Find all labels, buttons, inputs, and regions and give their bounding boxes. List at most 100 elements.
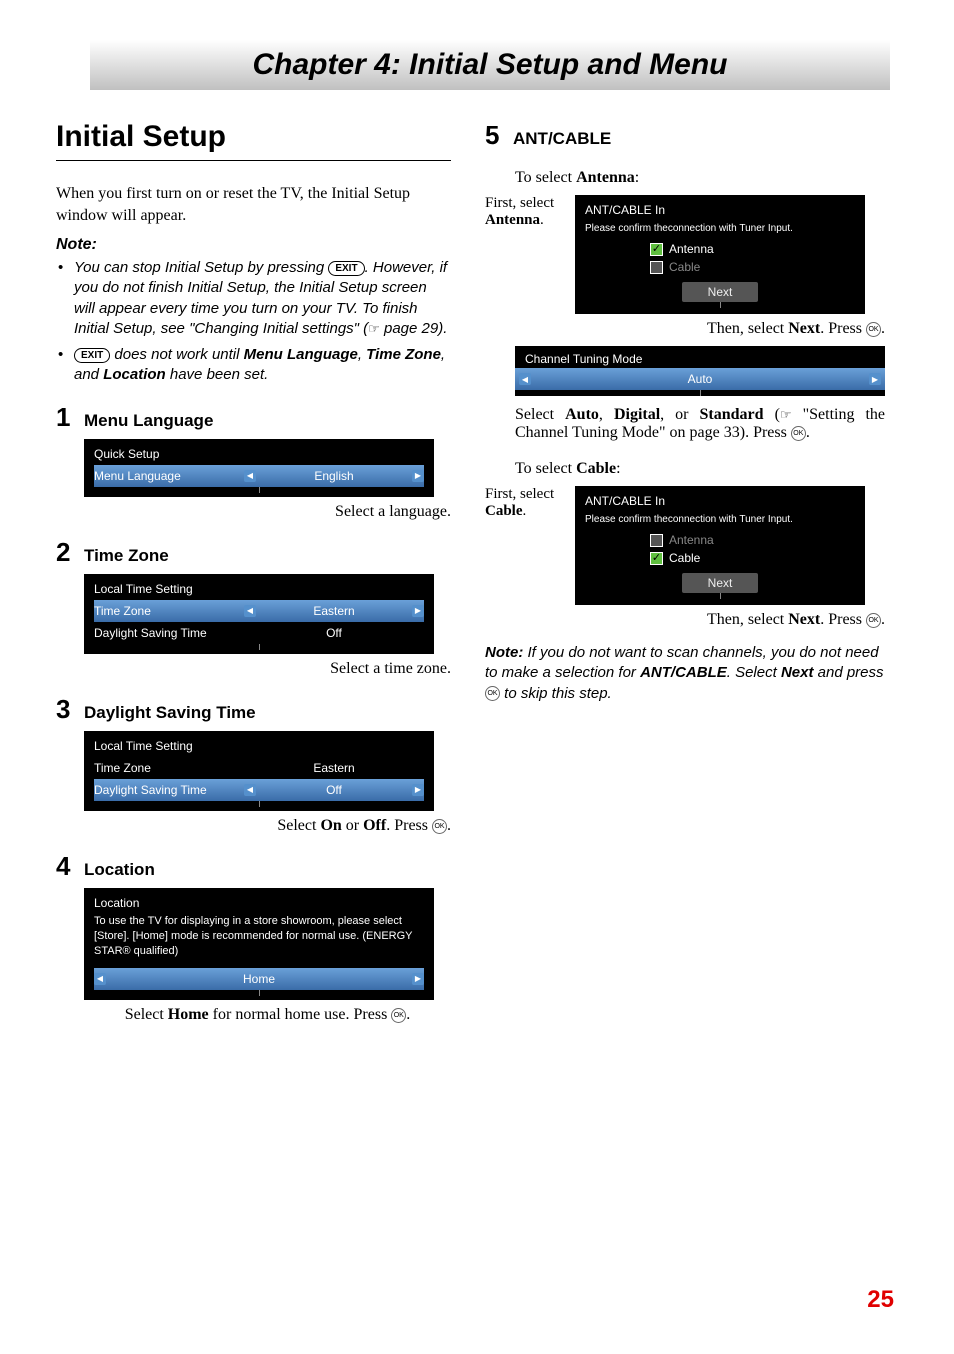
- step-number: 1: [56, 402, 84, 433]
- hand-icon: ☞: [368, 320, 380, 338]
- osd-title: Channel Tuning Mode: [515, 346, 885, 368]
- step-caption: Select a time zone.: [84, 660, 451, 678]
- arrow-left-icon[interactable]: ◀: [244, 605, 256, 617]
- step-3: 3 Daylight Saving Time: [56, 694, 451, 725]
- step-title: Time Zone: [84, 546, 169, 566]
- ok-icon: OK: [391, 1008, 406, 1023]
- step-4: 4 Location: [56, 851, 451, 882]
- step-caption: Select a language.: [84, 503, 451, 521]
- step-2: 2 Time Zone: [56, 537, 451, 568]
- note-bottom: Note: If you do not want to scan channel…: [485, 643, 885, 704]
- step-number: 4: [56, 851, 84, 882]
- osd-title: ANT/CABLE In: [585, 203, 855, 217]
- osd-row-time-zone[interactable]: Time Zone Eastern: [94, 757, 424, 779]
- arrow-left-icon[interactable]: ◀: [244, 784, 256, 796]
- ok-icon: OK: [485, 686, 500, 701]
- to-select-cable: To select Cable:: [515, 460, 885, 478]
- step-title: ANT/CABLE: [513, 129, 611, 149]
- arrow-right-icon[interactable]: ▶: [869, 373, 881, 385]
- step-caption: Select Home for normal home use. Press O…: [84, 1006, 451, 1024]
- osd-row-time-zone[interactable]: Time Zone ◀ Eastern ▶: [94, 600, 424, 622]
- osd-subtitle: Please confirm theconnection with Tuner …: [585, 514, 855, 525]
- osd-title: Local Time Setting: [94, 582, 424, 596]
- osd-row-label: Menu Language: [94, 469, 244, 483]
- arrow-right-icon[interactable]: ▶: [412, 973, 424, 985]
- note-item: EXIT does not work until Menu Language, …: [56, 345, 451, 386]
- ok-icon: OK: [866, 322, 881, 337]
- osd-title: Local Time Setting: [94, 739, 424, 753]
- osd-row-label: Time Zone: [94, 761, 244, 775]
- osd-row-value: English: [314, 469, 353, 483]
- osd-row-dst[interactable]: Daylight Saving Time ◀ Off ▶: [94, 779, 424, 801]
- osd-channel-tuning: Channel Tuning Mode ◀ Auto ▶: [515, 346, 885, 396]
- osd-row-menu-language[interactable]: Menu Language ◀ English ▶: [94, 465, 424, 487]
- note-text: Location: [103, 366, 166, 383]
- checkbox-unchecked-icon: [650, 261, 663, 274]
- option-cable[interactable]: Cable: [650, 260, 855, 274]
- osd-location-text: To use the TV for displaying in a store …: [94, 914, 424, 960]
- ok-icon: OK: [866, 613, 881, 628]
- osd-local-time: Local Time Setting Time Zone Eastern Day…: [84, 731, 434, 811]
- note-text: ,: [358, 346, 366, 363]
- osd-row-value: Auto: [515, 372, 885, 386]
- next-button[interactable]: Next: [682, 573, 759, 593]
- option-label: Antenna: [669, 242, 714, 256]
- arrow-right-icon[interactable]: ▶: [412, 470, 424, 482]
- ok-icon: OK: [432, 819, 447, 834]
- arrow-left-icon[interactable]: ◀: [244, 470, 256, 482]
- osd-row-value: Eastern: [313, 761, 354, 775]
- arrow-left-icon[interactable]: ◀: [519, 373, 531, 385]
- note-text: You can stop Initial Setup by pressing: [74, 259, 328, 276]
- option-label: Cable: [669, 551, 700, 565]
- step-number: 3: [56, 694, 84, 725]
- to-select-antenna: To select Antenna:: [515, 169, 885, 187]
- note-list: You can stop Initial Setup by pressing E…: [56, 258, 451, 386]
- osd-row-label: Daylight Saving Time: [94, 783, 244, 797]
- osd-row-value: Off: [326, 783, 342, 797]
- osd-antcable-antenna: ANT/CABLE In Please confirm theconnectio…: [575, 195, 865, 314]
- arrow-right-icon[interactable]: ▶: [412, 784, 424, 796]
- step-caption: Select On or Off. Press OK.: [84, 817, 451, 835]
- osd-row-value: Home: [243, 972, 275, 986]
- step-number: 2: [56, 537, 84, 568]
- arrow-right-icon[interactable]: ▶: [412, 605, 424, 617]
- ctm-caption: Select Auto, Digital, or Standard (☞ "Se…: [485, 406, 885, 442]
- note-text: Menu Language: [244, 346, 358, 363]
- osd-location: Location To use the TV for displaying in…: [84, 888, 434, 1000]
- osd-subtitle: Please confirm theconnection with Tuner …: [585, 223, 855, 234]
- step-title: Location: [84, 860, 155, 880]
- osd-row-value: Eastern: [313, 604, 354, 618]
- osd-row-value: Off: [326, 626, 342, 640]
- option-label: Antenna: [669, 533, 714, 547]
- step-title: Daylight Saving Time: [84, 703, 256, 723]
- step-number: 5: [485, 120, 513, 151]
- osd-row-location[interactable]: ◀ Home ▶: [94, 968, 424, 990]
- note-label: Note:: [56, 236, 451, 254]
- arrow-left-icon[interactable]: ◀: [94, 973, 106, 985]
- osd-title: Quick Setup: [94, 447, 424, 461]
- osd-quick-setup: Quick Setup Menu Language ◀ English ▶: [84, 439, 434, 497]
- page-number: 25: [867, 1286, 894, 1314]
- osd-row-label: Time Zone: [94, 604, 244, 618]
- osd-row-dst[interactable]: Daylight Saving Time Off: [94, 622, 424, 644]
- option-antenna[interactable]: ✓ Antenna: [650, 242, 855, 256]
- option-antenna[interactable]: Antenna: [650, 533, 855, 547]
- note-text: Time Zone: [366, 346, 441, 363]
- hand-icon: ☞: [780, 407, 792, 423]
- osd-local-time: Local Time Setting Time Zone ◀ Eastern ▶…: [84, 574, 434, 654]
- ok-icon: OK: [791, 426, 806, 441]
- note-text: have been set.: [166, 366, 269, 383]
- note-item: You can stop Initial Setup by pressing E…: [56, 258, 451, 339]
- side-label-antenna: First, select Antenna.: [485, 195, 575, 229]
- osd-title: Location: [94, 896, 424, 910]
- option-label: Cable: [669, 260, 700, 274]
- checkbox-checked-icon: ✓: [650, 243, 663, 256]
- step-title: Menu Language: [84, 411, 213, 431]
- osd-row-label: Daylight Saving Time: [94, 626, 244, 640]
- then-select-next: Then, select Next. Press OK.: [485, 611, 885, 629]
- option-cable[interactable]: ✓ Cable: [650, 551, 855, 565]
- chapter-header: Chapter 4: Initial Setup and Menu: [90, 40, 890, 90]
- osd-row-tuning-mode[interactable]: ◀ Auto ▶: [515, 368, 885, 390]
- next-button[interactable]: Next: [682, 282, 759, 302]
- checkbox-checked-icon: ✓: [650, 552, 663, 565]
